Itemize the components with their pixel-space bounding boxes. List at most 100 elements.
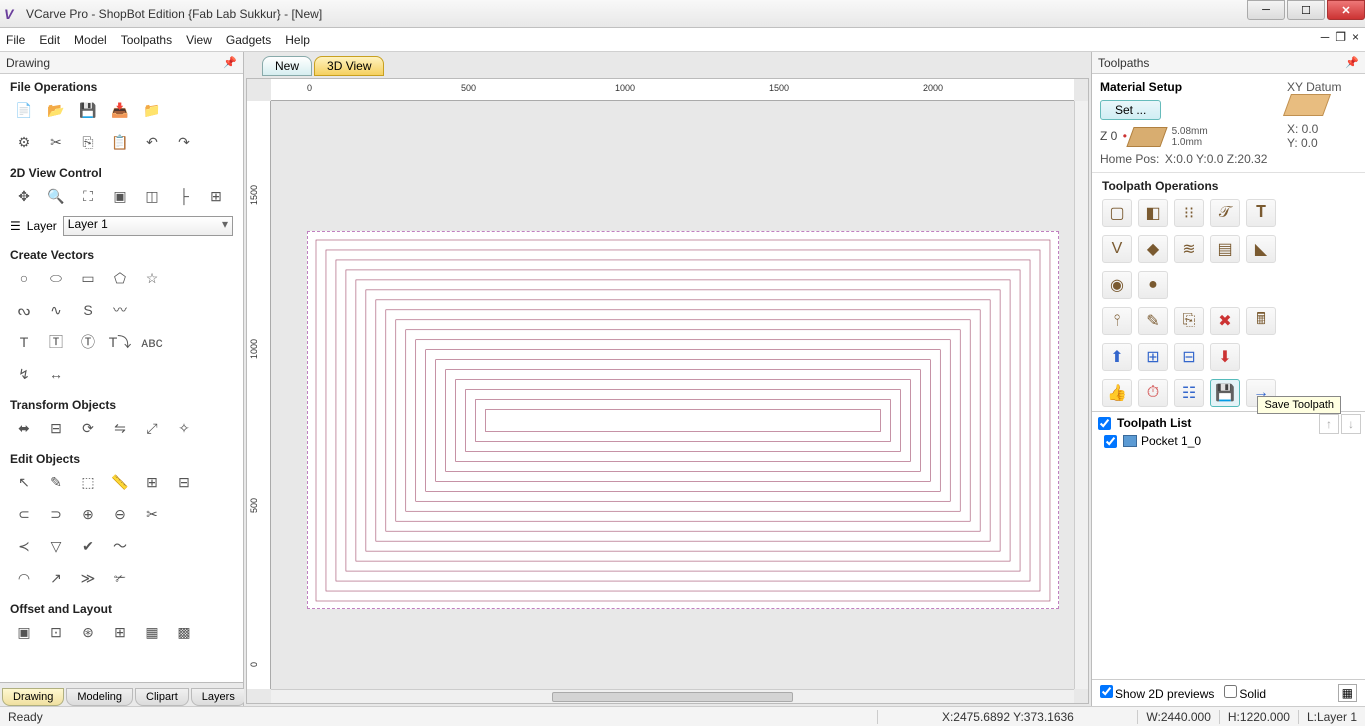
scale-icon[interactable]: ⤢ xyxy=(138,416,166,440)
plate-icon[interactable]: ▦ xyxy=(138,620,166,644)
subtract-icon[interactable]: ⊖ xyxy=(106,502,134,526)
pin-icon[interactable]: 📌 xyxy=(1345,56,1359,69)
offset-tool-icon[interactable]: ≫ xyxy=(74,566,102,590)
mdi-restore-icon[interactable]: ❐ xyxy=(1335,30,1346,44)
node-edit-icon[interactable]: ✎ xyxy=(42,470,70,494)
ellipse-icon[interactable]: ⬭ xyxy=(42,266,70,290)
vcarve-toolpath-icon[interactable]: 𝐓 xyxy=(1246,199,1276,227)
open-file-icon[interactable]: 📂 xyxy=(42,98,70,122)
save-toolpath-icon[interactable]: 💾 xyxy=(1210,379,1240,407)
wave-icon[interactable]: 〰 xyxy=(106,298,134,322)
gadget-icon[interactable]: ⚙ xyxy=(10,130,38,154)
new-file-icon[interactable]: 📄 xyxy=(10,98,38,122)
thumbs-up-icon[interactable]: 👍 xyxy=(1102,379,1132,407)
trim-icon[interactable]: ✂ xyxy=(138,502,166,526)
align-icon[interactable]: ⊟ xyxy=(42,416,70,440)
summary-icon[interactable]: ☷ xyxy=(1174,379,1204,407)
distort-icon[interactable]: ✧ xyxy=(170,416,198,440)
toolpath-list-checkbox[interactable] xyxy=(1098,417,1111,430)
tab-new[interactable]: New xyxy=(262,56,312,76)
curve-icon[interactable]: ∿ xyxy=(42,298,70,322)
moulding-icon[interactable]: ◉ xyxy=(1102,271,1132,299)
scrollbar-vertical[interactable] xyxy=(1074,101,1088,689)
spiral-icon[interactable]: S xyxy=(74,298,102,322)
polygon-icon[interactable]: ⬠ xyxy=(106,266,134,290)
tab-drawing[interactable]: Drawing xyxy=(2,688,64,706)
menu-toolpaths[interactable]: Toolpaths xyxy=(121,33,172,47)
fillet-icon[interactable]: ◠ xyxy=(10,566,38,590)
rectangle-icon[interactable]: ▭ xyxy=(74,266,102,290)
close-vector-icon[interactable]: ⊃ xyxy=(42,502,70,526)
zoom-icon[interactable]: 🔍 xyxy=(42,184,70,208)
polyline-icon[interactable]: ᔓ xyxy=(10,298,38,322)
text-arc-icon[interactable]: Ⓣ xyxy=(74,330,102,354)
chevron-left-icon[interactable]: ≺ xyxy=(10,534,38,558)
pan-icon[interactable]: ✥ xyxy=(10,184,38,208)
show-2d-previews[interactable]: Show 2D previews xyxy=(1100,685,1214,701)
minimize-button[interactable]: ─ xyxy=(1247,0,1285,20)
rounding-icon[interactable]: ● xyxy=(1138,271,1168,299)
redo-icon[interactable]: ↷ xyxy=(170,130,198,154)
layer-select[interactable]: Layer 1 ▾ xyxy=(63,216,233,236)
undo-icon[interactable]: ↶ xyxy=(138,130,166,154)
zoom-window-icon[interactable]: ▣ xyxy=(106,184,134,208)
copy-icon[interactable]: ⎘ xyxy=(74,130,102,154)
toolpath-item-checkbox[interactable] xyxy=(1104,435,1117,448)
chamfer-icon[interactable]: ◣ xyxy=(1246,235,1276,263)
nest-icon[interactable]: ⊞ xyxy=(106,620,134,644)
import-folder-icon[interactable]: 📁 xyxy=(138,98,166,122)
extend-icon[interactable]: ↗ xyxy=(42,566,70,590)
interactive-trim-icon[interactable]: ✃ xyxy=(106,566,134,590)
text-convert-icon[interactable]: ᴀʙᴄ xyxy=(138,330,166,354)
layout-icon[interactable]: ▩ xyxy=(170,620,198,644)
save-file-icon[interactable]: 💾 xyxy=(74,98,102,122)
offset-icon[interactable]: ▣ xyxy=(10,620,38,644)
recalculate-icon[interactable]: 🖩 xyxy=(1246,307,1276,335)
tool-database-icon[interactable]: ⫯ xyxy=(1102,307,1132,335)
text-wrap-icon[interactable]: T⤵ xyxy=(106,330,134,354)
pin-icon[interactable]: 📌 xyxy=(223,56,237,69)
scrollbar-horizontal[interactable] xyxy=(271,689,1074,703)
star-icon[interactable]: ☆ xyxy=(138,266,166,290)
select-icon[interactable]: ↖ xyxy=(10,470,38,494)
import-icon[interactable]: 📥 xyxy=(106,98,134,122)
zoom-selected-icon[interactable]: ◫ xyxy=(138,184,166,208)
tab-clipart[interactable]: Clipart xyxy=(135,688,189,706)
layers-icon[interactable]: ☰ xyxy=(10,219,21,233)
tab-3d-view[interactable]: 3D View xyxy=(314,56,384,76)
text-box-icon[interactable]: 🅃 xyxy=(42,330,70,354)
selection-tool-icon[interactable]: ⬚ xyxy=(74,470,102,494)
mdi-min-icon[interactable]: ─ xyxy=(1321,30,1330,44)
menu-gadgets[interactable]: Gadgets xyxy=(226,33,271,47)
prism-icon[interactable]: ◆ xyxy=(1138,235,1168,263)
fluting-icon[interactable]: V xyxy=(1102,235,1132,263)
set-button[interactable]: Set ... xyxy=(1100,100,1161,120)
quick-engrave-icon[interactable]: 𝒯 xyxy=(1210,199,1240,227)
move-icon[interactable]: ⬌ xyxy=(10,416,38,440)
close-button[interactable]: ✕ xyxy=(1327,0,1365,20)
circular-array-icon[interactable]: ⊛ xyxy=(74,620,102,644)
arrow-down-icon[interactable]: ▽ xyxy=(42,534,70,558)
measure-icon[interactable]: 📏 xyxy=(106,470,134,494)
array-copy-icon[interactable]: ⊡ xyxy=(42,620,70,644)
menu-model[interactable]: Model xyxy=(74,33,107,47)
time-estimate-icon[interactable]: ⏱ xyxy=(1138,379,1168,407)
weld-icon[interactable]: ⊕ xyxy=(74,502,102,526)
cut-icon[interactable]: ✂ xyxy=(42,130,70,154)
drilling-toolpath-icon[interactable]: ⁝⁝ xyxy=(1174,199,1204,227)
maximize-button[interactable]: ☐ xyxy=(1287,0,1325,20)
toolpath-item[interactable]: Pocket 1_0 xyxy=(1098,434,1359,448)
menu-view[interactable]: View xyxy=(186,33,212,47)
design-area[interactable]: arrow markers approximated as small poly… xyxy=(271,101,1074,689)
move-down-icon[interactable]: ↓ xyxy=(1341,414,1361,434)
edit-toolpath-icon[interactable]: ✎ xyxy=(1138,307,1168,335)
tile-toolpath-icon[interactable]: ⊟ xyxy=(1174,343,1204,371)
circle-icon[interactable]: ○ xyxy=(10,266,38,290)
move-up-icon[interactable]: ↑ xyxy=(1319,414,1339,434)
check-icon[interactable]: ✔ xyxy=(74,534,102,558)
delete-toolpath-icon[interactable]: ✖ xyxy=(1210,307,1240,335)
zoom-fit-icon[interactable]: ⛶ xyxy=(74,184,102,208)
group-icon[interactable]: ⊞ xyxy=(138,470,166,494)
array-toolpath-icon[interactable]: ⊞ xyxy=(1138,343,1168,371)
expand-list-icon[interactable]: ▦ xyxy=(1338,684,1357,702)
